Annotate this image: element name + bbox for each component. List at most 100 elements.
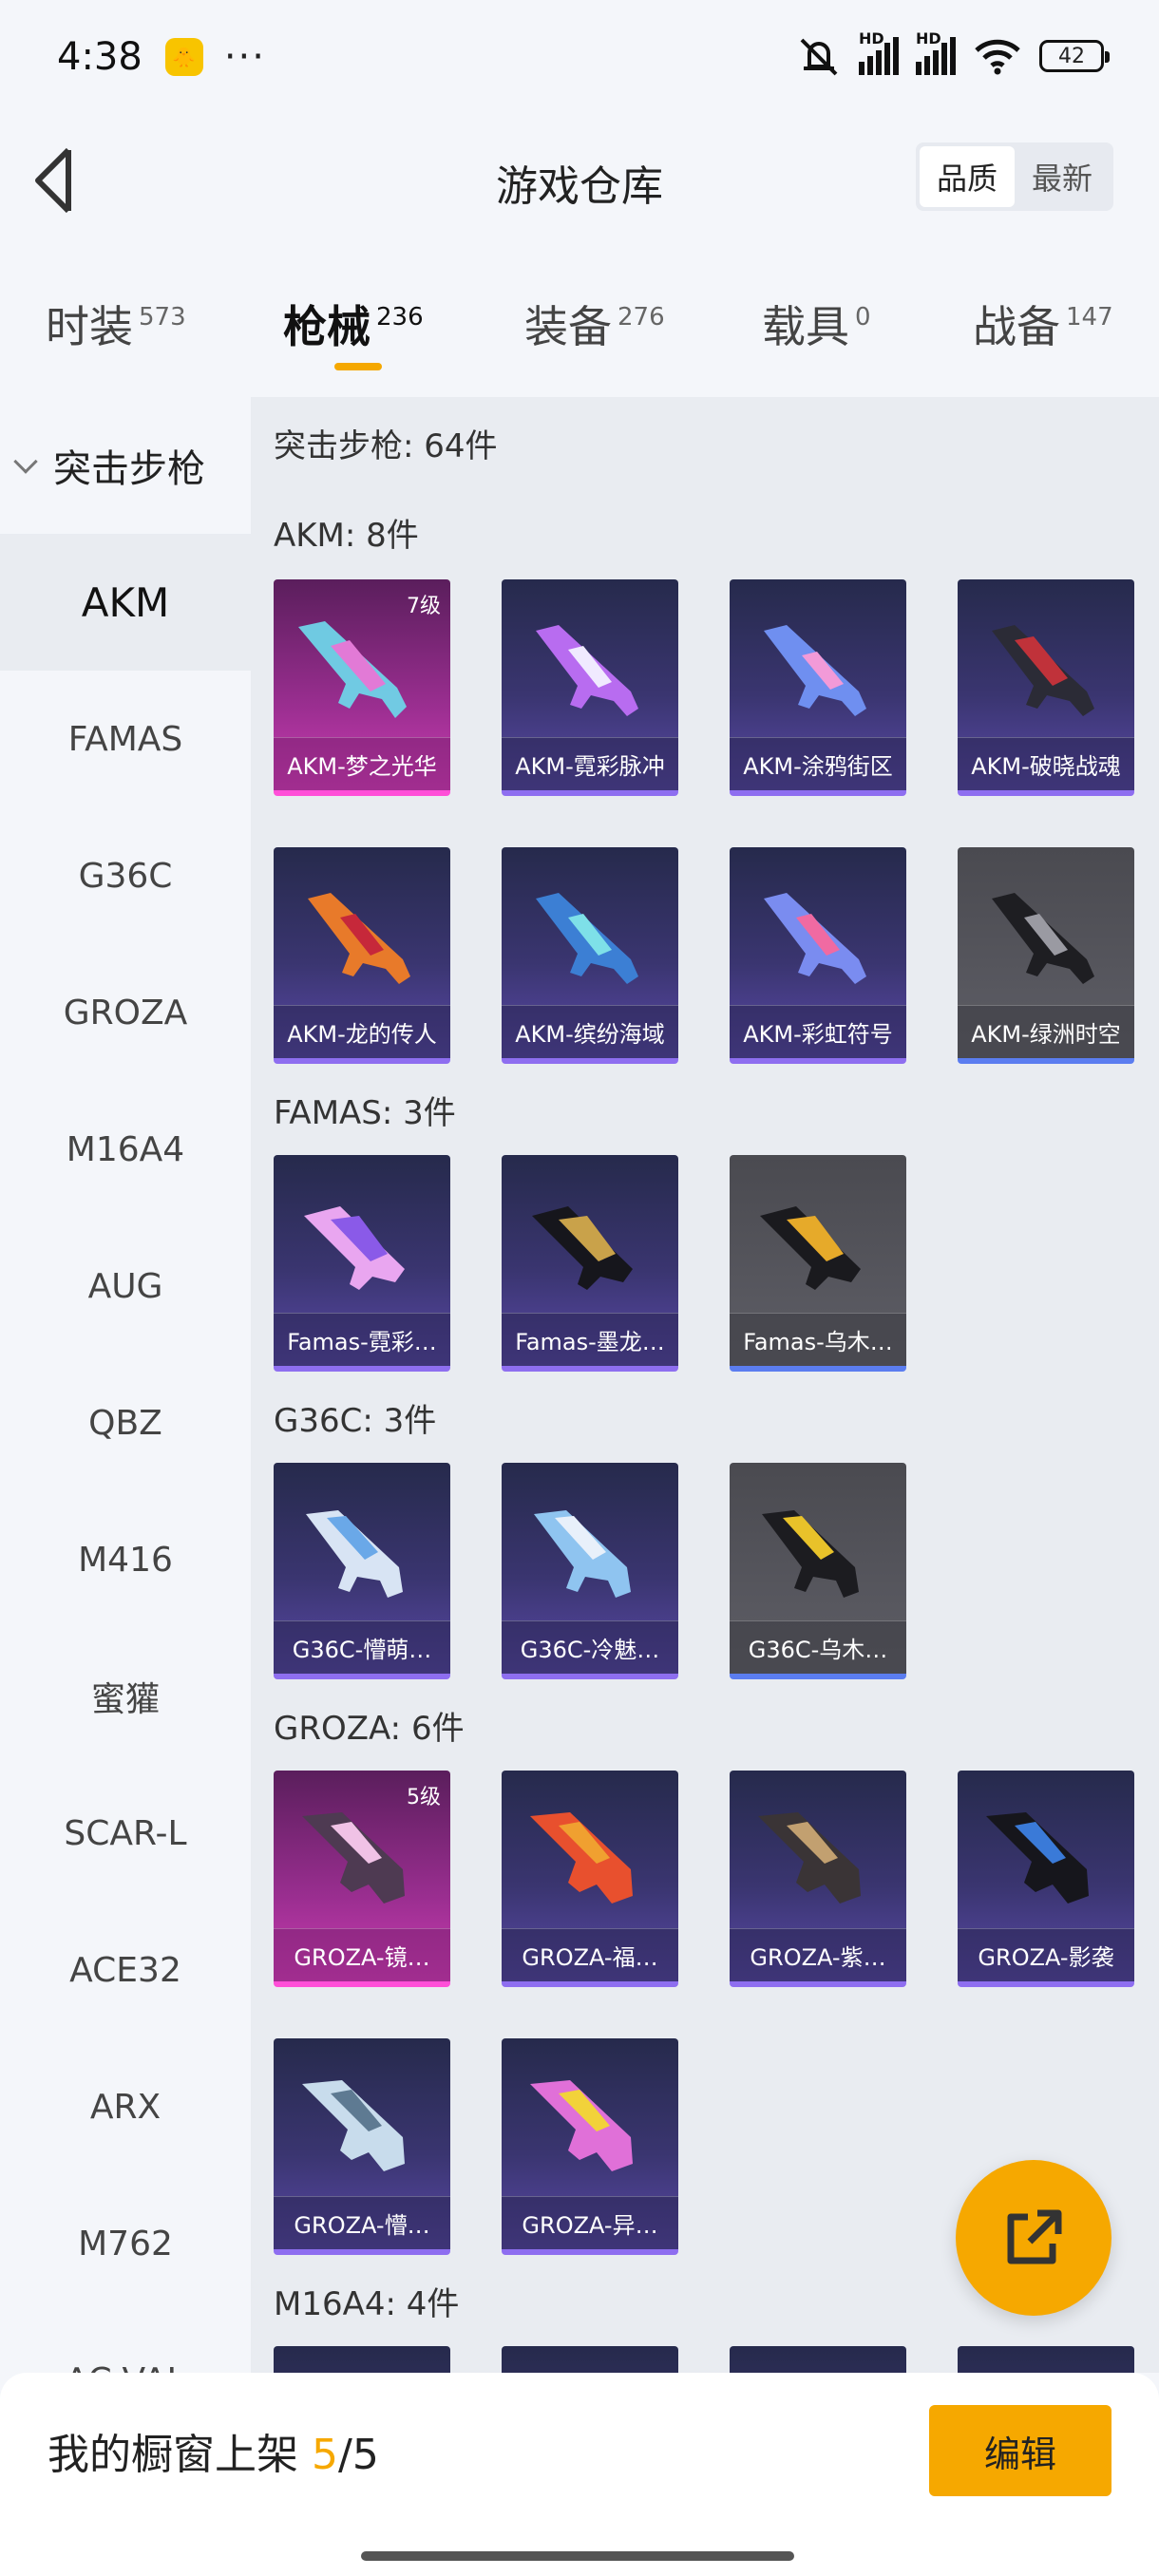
sort-quality-button[interactable]: 品质 (920, 146, 1015, 207)
status-icons: HD HD 42 (796, 29, 1110, 78)
weapon-card[interactable]: Famas-墨龙… (502, 1155, 678, 1372)
weapon-name: GROZA-影袭 (958, 1928, 1134, 1981)
rifle-icon (304, 1206, 405, 1290)
weapon-name: G36C-冷魅… (502, 1620, 678, 1674)
weapon-card[interactable]: G36C-冷魅… (502, 1463, 678, 1679)
app-header: 游戏仓库 品质 最新 (0, 114, 1159, 247)
weapon-name: Famas-墨龙… (502, 1313, 678, 1366)
rifle-icon (764, 625, 866, 716)
weapon-card[interactable]: G36C-乌木… (730, 1463, 906, 1679)
weapon-card[interactable]: GROZA-福… (502, 1771, 678, 1987)
weapon-card[interactable]: AKM-破晓战魂 (958, 579, 1134, 796)
sidebar-group-assault-rifles[interactable]: 突击步枪 (0, 397, 251, 534)
weapon-card[interactable]: AKM-绿洲时空 (958, 847, 1134, 1064)
tab-supplies[interactable]: 战备 147 (973, 293, 1113, 355)
rifle-icon (536, 893, 638, 984)
rifle-icon (758, 1812, 861, 1904)
rifle-icon (762, 1510, 859, 1598)
battery-icon: 42 (1039, 40, 1110, 72)
weapon-name: GROZA-异… (502, 2196, 678, 2249)
weapon-name: GROZA-福… (502, 1928, 678, 1981)
weapon-name: AKM-缤纷海域 (502, 1005, 678, 1058)
external-link-icon (1007, 2209, 1062, 2264)
rifle-icon (298, 621, 407, 718)
sidebar-item-aug[interactable]: AUG (0, 1218, 251, 1354)
weapon-card[interactable]: Famas-乌木… (730, 1155, 906, 1372)
weapon-card[interactable]: AKM-霓彩脉冲 (502, 579, 678, 796)
rifle-icon (992, 625, 1094, 716)
active-tab-indicator (334, 363, 382, 370)
category-summary: 突击步枪: 64件 (274, 427, 498, 465)
weapon-name: GROZA-镜… (274, 1928, 450, 1981)
weapon-card[interactable]: AKM-缤纷海域 (502, 847, 678, 1064)
sort-newest-button[interactable]: 最新 (1015, 146, 1110, 207)
tab-outfits[interactable]: 时装 573 (46, 293, 186, 355)
sidebar-item-m16a4[interactable]: M16A4 (0, 1081, 251, 1218)
rifle-icon (306, 1510, 403, 1598)
wifi-icon (975, 39, 1020, 75)
weapon-card[interactable] (502, 2346, 678, 2373)
rifle-icon (760, 1206, 861, 1290)
weapon-card[interactable] (958, 2346, 1134, 2373)
sidebar-item-ace32[interactable]: ACE32 (0, 1902, 251, 2038)
rifle-icon (532, 1206, 633, 1290)
section-header-groza: GROZA: 6件 (274, 1710, 465, 1748)
weapon-name: G36C-乌木… (730, 1620, 906, 1674)
share-button[interactable] (956, 2160, 1112, 2316)
weapon-card[interactable]: AKM-涂鸦街区 (730, 579, 906, 796)
sidebar-item-ac-val[interactable]: AC-VAL (0, 2312, 251, 2374)
signal-1: HD (859, 29, 899, 75)
clock: 4:38 (57, 35, 142, 79)
weapon-card[interactable]: AKM-龙的传人 (274, 847, 450, 1064)
sidebar-item-m416[interactable]: M416 (0, 1491, 251, 1628)
weapon-card[interactable]: 7级 AKM-梦之光华 (274, 579, 450, 796)
sidebar-item-honey-badger[interactable]: 蜜獾 (0, 1628, 251, 1765)
weapon-name: Famas-乌木… (730, 1313, 906, 1366)
weapon-card[interactable]: GROZA-异… (502, 2038, 678, 2255)
weapon-card[interactable]: GROZA-懵… (274, 2038, 450, 2255)
rifle-icon (302, 2080, 405, 2171)
weapon-name: AKM-彩虹符号 (730, 1005, 906, 1058)
sidebar-item-qbz[interactable]: QBZ (0, 1354, 251, 1491)
weapon-card[interactable] (730, 2346, 906, 2373)
weapon-card[interactable]: GROZA-紫… (730, 1771, 906, 1987)
weapon-name: AKM-梦之光华 (274, 737, 450, 790)
mute-icon (800, 38, 838, 76)
weapon-card[interactable]: 5级 GROZA-镜… (274, 1771, 450, 1987)
rifle-icon (308, 893, 410, 984)
sidebar-item-m762[interactable]: M762 (0, 2175, 251, 2312)
weapon-name: AKM-涂鸦街区 (730, 737, 906, 790)
weapon-name: GROZA-紫… (730, 1928, 906, 1981)
rifle-icon (986, 1812, 1089, 1904)
tab-weapons[interactable]: 枪械 236 (283, 293, 424, 355)
rifle-icon (530, 1812, 633, 1904)
section-header-famas: FAMAS: 3件 (274, 1094, 456, 1132)
weapon-card[interactable] (274, 2346, 450, 2373)
sidebar-item-akm[interactable]: AKM (0, 534, 251, 671)
home-indicator[interactable] (361, 2551, 794, 2561)
sidebar-item-scar-l[interactable]: SCAR-L (0, 1765, 251, 1902)
rifle-icon (764, 893, 866, 984)
weapon-name: GROZA-懵… (274, 2196, 450, 2249)
tab-equipment[interactable]: 装备 276 (524, 293, 665, 355)
rifle-icon (534, 1510, 631, 1598)
status-bar: 4:38 🐥 ··· HD HD 42 (0, 0, 1159, 114)
weapon-type-sidebar: 突击步枪 AKM FAMAS G36C GROZA M16A4 AUG QBZ … (0, 397, 251, 2373)
sidebar-item-groza[interactable]: GROZA (0, 944, 251, 1081)
weapon-card[interactable]: AKM-彩虹符号 (730, 847, 906, 1064)
section-header-akm: AKM: 8件 (274, 517, 419, 555)
weapon-name: AKM-龙的传人 (274, 1005, 450, 1058)
signal-2: HD (916, 29, 956, 75)
sidebar-item-famas[interactable]: FAMAS (0, 671, 251, 807)
rifle-icon (530, 2080, 633, 2171)
tab-vehicles[interactable]: 载具 0 (762, 293, 871, 355)
more-notifications-icon: ··· (223, 35, 266, 79)
edit-button[interactable]: 编辑 (929, 2405, 1112, 2496)
weapon-card[interactable]: Famas-霓彩… (274, 1155, 450, 1372)
sidebar-item-g36c[interactable]: G36C (0, 807, 251, 944)
weapon-card[interactable]: G36C-懵萌… (274, 1463, 450, 1679)
sidebar-item-arx[interactable]: ARX (0, 2038, 251, 2175)
rifle-icon (302, 1812, 405, 1904)
rifle-icon (992, 893, 1094, 984)
weapon-card[interactable]: GROZA-影袭 (958, 1771, 1134, 1987)
